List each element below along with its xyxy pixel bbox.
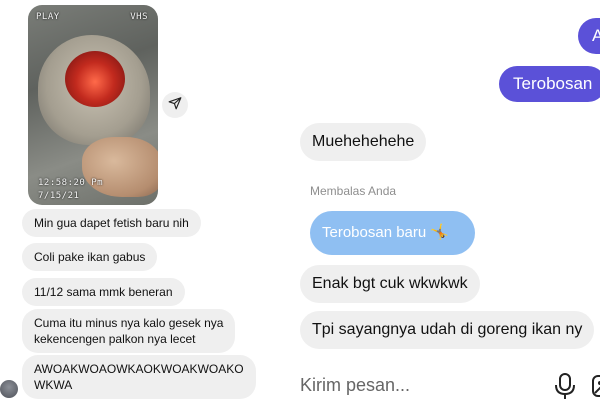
message-bubble[interactable]: AWOAKWOAOWKAOKWOAKWOAKO WKWA <box>22 355 256 399</box>
osd-date: 7/15/21 <box>38 191 80 201</box>
osd-time: 12:58:20 Pm <box>38 178 104 188</box>
fish-mouth-shape <box>65 51 125 107</box>
message-bubble[interactable]: Min gua dapet fetish baru nih <box>22 209 201 237</box>
left-chat-panel: PLAY VHS 12:58:20 Pm 7/15/21 Min gua dap… <box>0 0 270 400</box>
sent-message-bubble[interactable]: Terobosan <box>499 66 600 102</box>
share-button[interactable] <box>162 92 188 118</box>
message-composer <box>300 366 600 400</box>
shared-photo[interactable]: PLAY VHS 12:58:20 Pm 7/15/21 <box>28 5 158 205</box>
osd-mode: PLAY <box>36 12 60 22</box>
share-icon <box>168 96 182 115</box>
reply-label: Membalas Anda <box>310 184 397 198</box>
message-bubble[interactable]: Cuma itu minus nya kalo gesek nya kekenc… <box>22 309 236 353</box>
avatar[interactable] <box>0 380 18 398</box>
received-message-bubble[interactable]: Enak bgt cuk wkwkwk <box>300 265 480 303</box>
message-bubble[interactable]: 11/12 sama mmk beneran <box>22 278 185 306</box>
sent-message-bubble[interactable]: A <box>578 18 600 54</box>
reply-preview-bubble[interactable]: Terobosan baru 🤸 <box>310 211 475 255</box>
received-message-bubble[interactable]: Tpi sayangnya udah di goreng ikan ny <box>300 311 595 349</box>
received-message-bubble[interactable]: Muehehehehe <box>300 123 427 161</box>
gallery-icon[interactable] <box>590 372 600 400</box>
thumb-shape <box>82 137 158 197</box>
message-input[interactable] <box>300 372 510 398</box>
right-chat-panel: A Terobosan Muehehehehe Membalas Anda Te… <box>270 0 600 400</box>
osd-format: VHS <box>130 12 148 22</box>
message-bubble[interactable]: Coli pake ikan gabus <box>22 243 158 271</box>
microphone-icon[interactable] <box>552 372 578 400</box>
